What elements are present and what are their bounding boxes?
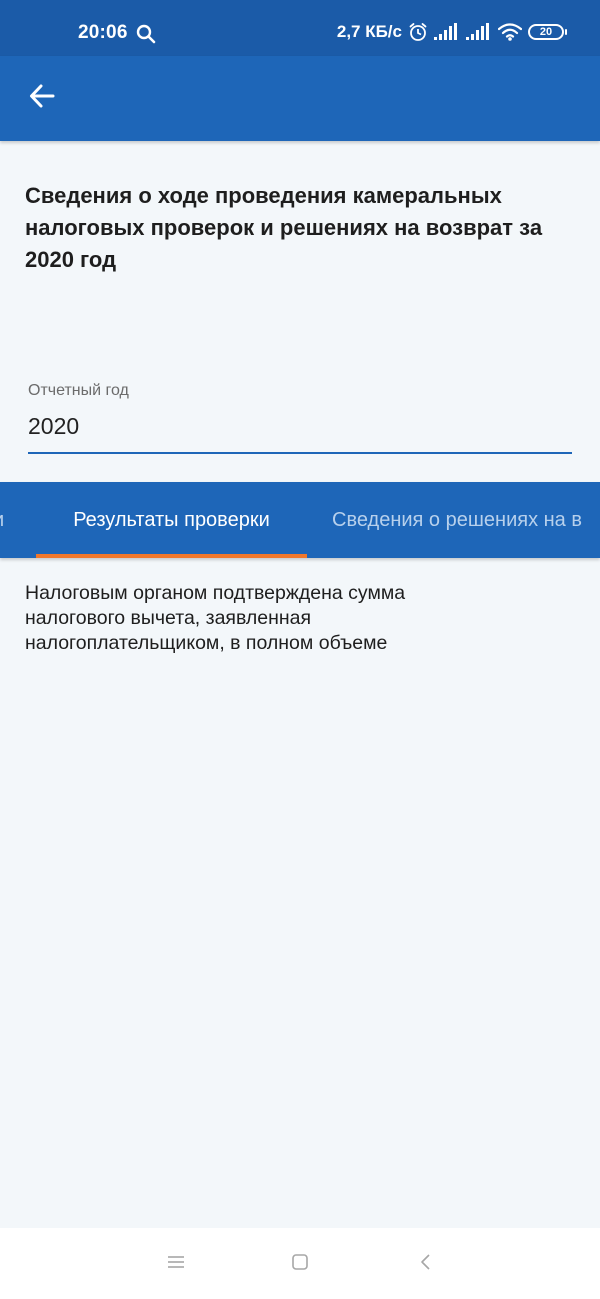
nav-back-button[interactable] [412,1250,440,1278]
battery-level: 20 [539,25,553,38]
back-button[interactable] [20,76,64,120]
report-year-input[interactable]: 2020 [28,410,572,454]
wifi-icon [498,23,522,41]
tab-active-indicator [36,554,307,558]
app-bar [0,56,600,141]
nav-home-button[interactable] [286,1250,314,1278]
battery-icon: 20 [528,24,567,40]
status-indicators: 2,7 КБ/с 20 [336,22,567,42]
alarm-icon [408,22,428,42]
report-year-label: Отчетный год [28,382,129,399]
home-square-icon [291,1253,309,1276]
signal-icon [466,23,492,41]
system-nav-bar [0,1228,600,1299]
signal-icon [434,23,460,41]
page-title: Сведения о ходе проведения камеральных н… [25,183,543,272]
search-icon [136,24,156,44]
arrow-left-icon [28,82,56,115]
tab-decisions-info[interactable]: Сведения о решениях на в [332,482,582,558]
tab-check-results[interactable]: Результаты проверки [36,482,307,558]
report-year-field: Отчетный год 2020 [28,378,572,454]
tab-previous[interactable]: и [0,482,4,558]
check-result-text: Налоговым органом подтверждена сумма нал… [25,582,406,654]
network-speed: 2,7 КБ/с [336,22,402,41]
status-time: 20:06 [78,22,128,43]
back-chevron-icon [419,1253,433,1276]
tab-bar: и Результаты проверки Сведения о решения… [0,482,600,558]
menu-icon [167,1254,185,1275]
status-bar: 20:06 2,7 КБ/с 20 [0,0,600,56]
nav-menu-button[interactable] [162,1250,190,1278]
